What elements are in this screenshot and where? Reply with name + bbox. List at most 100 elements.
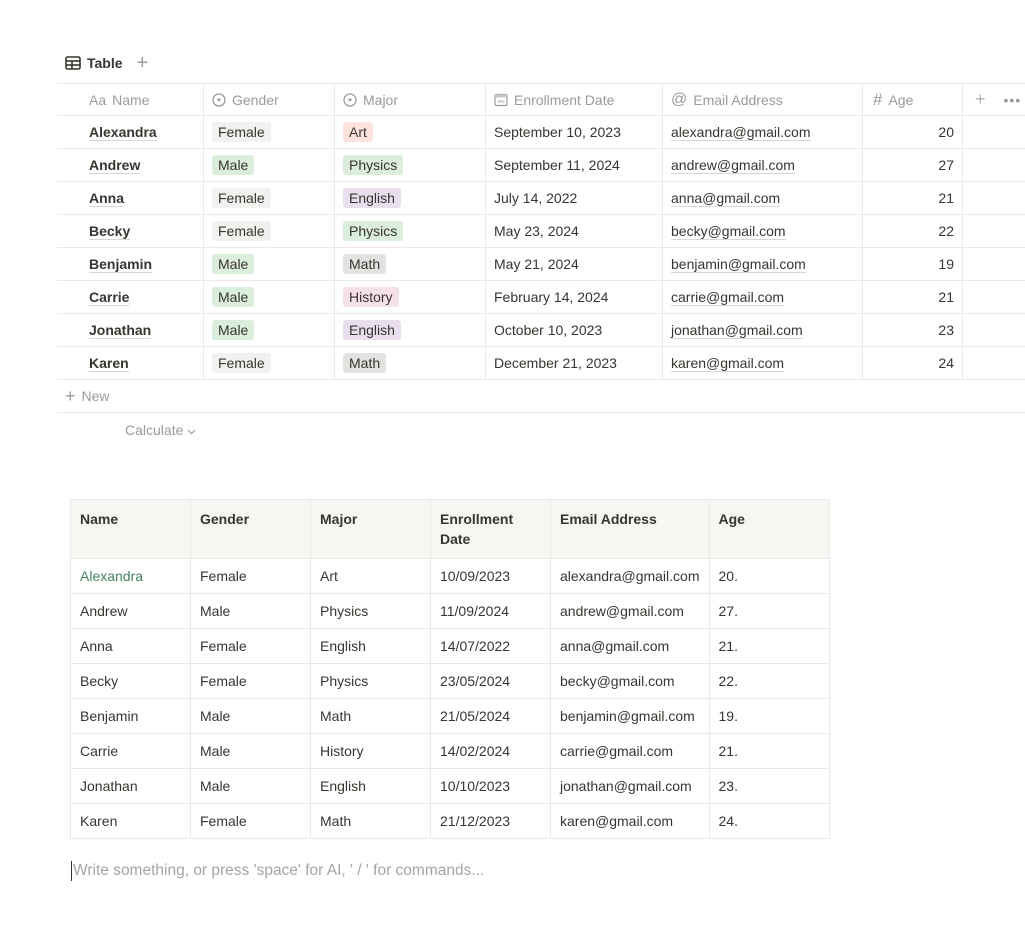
cell-age[interactable]: 19 bbox=[863, 248, 963, 280]
cell-enrollment-date[interactable]: May 23, 2024 bbox=[486, 215, 663, 247]
add-property-button[interactable]: + bbox=[975, 89, 986, 110]
cell-age[interactable]: 22 bbox=[863, 215, 963, 247]
cell-name[interactable]: Alexandra bbox=[70, 558, 191, 594]
cell-enrollment-date[interactable]: 10/09/2023 bbox=[430, 558, 551, 594]
cell-name[interactable]: Andrew bbox=[70, 593, 191, 629]
cell-email[interactable]: andrew@gmail.com bbox=[663, 149, 863, 181]
cell-gender[interactable]: Female bbox=[204, 116, 335, 148]
table-row[interactable]: Andrew Male Physics September 11, 2024 andre… bbox=[57, 149, 1025, 182]
row-name[interactable]: Carrie bbox=[89, 289, 130, 306]
cell-major[interactable]: Math bbox=[310, 698, 431, 734]
cell-name[interactable]: Benjamin bbox=[57, 248, 204, 280]
cell-enrollment-date[interactable]: 14/07/2022 bbox=[430, 628, 551, 664]
cell-enrollment-date[interactable]: 11/09/2024 bbox=[430, 593, 551, 629]
cell-name[interactable]: Anna bbox=[57, 182, 204, 214]
row-name[interactable]: Anna bbox=[89, 190, 124, 207]
cell-email[interactable]: carrie@gmail.com bbox=[550, 733, 710, 769]
cell-gender[interactable]: Male bbox=[190, 698, 311, 734]
table-row[interactable]: Carrie Male History February 14, 2024 carrie… bbox=[57, 281, 1025, 314]
cell-email[interactable]: becky@gmail.com bbox=[550, 663, 710, 699]
table-row[interactable]: Anna Female English July 14, 2022 anna@gmail… bbox=[57, 182, 1025, 215]
cell-age[interactable]: 21. bbox=[708, 628, 830, 664]
cell-enrollment-date[interactable]: February 14, 2024 bbox=[486, 281, 663, 313]
row-name[interactable]: Karen bbox=[89, 355, 129, 372]
row-name[interactable]: Jonathan bbox=[89, 322, 152, 339]
cell-email[interactable]: becky@gmail.com bbox=[663, 215, 863, 247]
header-cell[interactable]: Enrollment Date bbox=[430, 499, 551, 559]
cell-name[interactable]: Becky bbox=[70, 663, 191, 699]
cell-gender[interactable]: Female bbox=[204, 347, 335, 379]
cell-gender[interactable]: Male bbox=[190, 768, 311, 804]
row-name[interactable]: Becky bbox=[89, 223, 131, 240]
column-header-email[interactable]: @ Email Address bbox=[663, 84, 863, 115]
calculate-button[interactable]: Calculate bbox=[57, 413, 1025, 447]
cell-enrollment-date[interactable]: December 21, 2023 bbox=[486, 347, 663, 379]
cell-email[interactable]: carrie@gmail.com bbox=[663, 281, 863, 313]
cell-email[interactable]: benjamin@gmail.com bbox=[663, 248, 863, 280]
header-cell[interactable]: Name bbox=[70, 499, 191, 559]
cell-major[interactable]: Physics bbox=[335, 215, 486, 247]
add-view-button[interactable]: + bbox=[137, 53, 149, 73]
cell-major[interactable]: English bbox=[335, 182, 486, 214]
row-name[interactable]: Benjamin bbox=[89, 256, 153, 273]
cell-name[interactable]: Karen bbox=[70, 803, 191, 839]
cell-enrollment-date[interactable]: 23/05/2024 bbox=[430, 663, 551, 699]
email-link[interactable]: becky@gmail.com bbox=[671, 223, 786, 240]
cell-email[interactable]: andrew@gmail.com bbox=[550, 593, 710, 629]
cell-age[interactable]: 23. bbox=[708, 768, 830, 804]
cell-enrollment-date[interactable]: September 10, 2023 bbox=[486, 116, 663, 148]
cell-age[interactable]: 21 bbox=[863, 281, 963, 313]
cell-gender[interactable]: Male bbox=[204, 281, 335, 313]
cell-enrollment-date[interactable]: 14/02/2024 bbox=[430, 733, 551, 769]
cell-enrollment-date[interactable]: July 14, 2022 bbox=[486, 182, 663, 214]
cell-major[interactable]: Art bbox=[310, 558, 431, 594]
cell-gender[interactable]: Female bbox=[204, 215, 335, 247]
row-name[interactable]: Andrew bbox=[89, 157, 141, 174]
email-link[interactable]: jonathan@gmail.com bbox=[671, 322, 803, 339]
cell-email[interactable]: jonathan@gmail.com bbox=[663, 314, 863, 346]
cell-gender[interactable]: Female bbox=[190, 663, 311, 699]
cell-email[interactable]: karen@gmail.com bbox=[663, 347, 863, 379]
table-row[interactable]: Alexandra Female Art September 10, 2023 alex… bbox=[57, 116, 1025, 149]
cell-enrollment-date[interactable]: September 11, 2024 bbox=[486, 149, 663, 181]
cell-name[interactable]: Becky bbox=[57, 215, 204, 247]
column-header-age[interactable]: # Age bbox=[863, 84, 963, 115]
column-header-gender[interactable]: Gender bbox=[204, 84, 335, 115]
cell-age[interactable]: 20 bbox=[863, 116, 963, 148]
cell-age[interactable]: 19. bbox=[708, 698, 830, 734]
cell-email[interactable]: jonathan@gmail.com bbox=[550, 768, 710, 804]
cell-age[interactable]: 21 bbox=[863, 182, 963, 214]
cell-major[interactable]: Math bbox=[335, 248, 486, 280]
cell-major[interactable]: English bbox=[310, 628, 431, 664]
column-header-name[interactable]: Aa Name bbox=[57, 84, 204, 115]
cell-enrollment-date[interactable]: May 21, 2024 bbox=[486, 248, 663, 280]
cell-name[interactable]: Alexandra bbox=[57, 116, 204, 148]
cell-email[interactable]: anna@gmail.com bbox=[663, 182, 863, 214]
cell-major[interactable]: History bbox=[310, 733, 431, 769]
cell-age[interactable]: 27 bbox=[863, 149, 963, 181]
cell-name[interactable]: Karen bbox=[57, 347, 204, 379]
cell-major[interactable]: Physics bbox=[310, 663, 431, 699]
cell-enrollment-date[interactable]: 10/10/2023 bbox=[430, 768, 551, 804]
email-link[interactable]: karen@gmail.com bbox=[671, 355, 785, 372]
cell-gender[interactable]: Female bbox=[190, 628, 311, 664]
cell-major[interactable]: English bbox=[310, 768, 431, 804]
cell-gender[interactable]: Male bbox=[204, 314, 335, 346]
cell-gender[interactable]: Female bbox=[190, 803, 311, 839]
cell-major[interactable]: Math bbox=[335, 347, 486, 379]
table-row[interactable]: Karen Female Math December 21, 2023 karen@gm… bbox=[57, 347, 1025, 380]
cell-gender[interactable]: Male bbox=[204, 149, 335, 181]
cell-email[interactable]: alexandra@gmail.com bbox=[550, 558, 710, 594]
cell-enrollment-date[interactable]: 21/12/2023 bbox=[430, 803, 551, 839]
cell-age[interactable]: 20. bbox=[708, 558, 830, 594]
cell-enrollment-date[interactable]: 21/05/2024 bbox=[430, 698, 551, 734]
cell-gender[interactable]: Male bbox=[204, 248, 335, 280]
email-link[interactable]: anna@gmail.com bbox=[671, 190, 781, 207]
header-cell[interactable]: Gender bbox=[190, 499, 311, 559]
email-link[interactable]: carrie@gmail.com bbox=[671, 289, 785, 306]
cell-email[interactable]: benjamin@gmail.com bbox=[550, 698, 710, 734]
column-header-enrollment-date[interactable]: Enrollment Date bbox=[486, 84, 663, 115]
table-row[interactable]: Becky Female Physics May 23, 2024 becky@gmai… bbox=[57, 215, 1025, 248]
cell-age[interactable]: 21. bbox=[708, 733, 830, 769]
row-name[interactable]: Alexandra bbox=[89, 124, 157, 141]
